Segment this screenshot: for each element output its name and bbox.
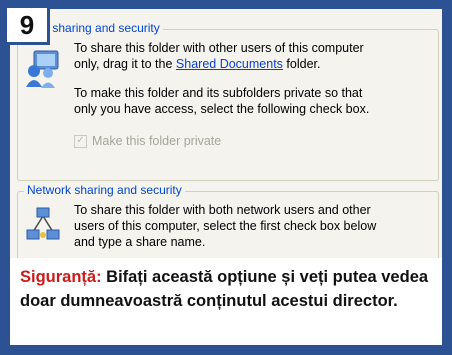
caption-box: Siguranță: Bifați această opțiune și veț…	[10, 258, 442, 345]
make-private-checkbox[interactable]: ✓	[74, 134, 87, 148]
make-private-label: Make this folder private	[92, 134, 222, 148]
local-sharing-group: ocal sharing and security To share this …	[17, 21, 439, 181]
local-sharing-line-2-suffix: folder.	[282, 57, 321, 71]
local-sharing-line-4: only you have access, select the followi…	[74, 102, 370, 116]
local-sharing-line-3: To make this folder and its subfolders p…	[74, 86, 363, 100]
make-private-row[interactable]: ✓ Make this folder private	[74, 134, 221, 148]
caption-highlight: Siguranță:	[20, 268, 102, 286]
step-number-badge: 9	[4, 5, 50, 45]
network-sharing-legend: Network sharing and security	[24, 183, 185, 197]
local-sharing-line-1: To share this folder with other users of…	[74, 41, 364, 55]
network-sharing-line-1: To share this folder with both network u…	[74, 203, 371, 217]
users-computer-icon	[26, 50, 59, 88]
shared-documents-link[interactable]: Shared Documents	[176, 57, 283, 71]
network-sharing-line-2: users of this computer, select the first…	[74, 219, 377, 233]
local-sharing-line-2: only, drag it to the Shared Documents fo…	[74, 56, 320, 72]
local-sharing-line-2-prefix: only, drag it to the	[74, 57, 176, 71]
magazine-frame: ocal sharing and security To share this …	[0, 0, 452, 355]
network-sharing-line-3: and type a share name.	[74, 235, 206, 249]
network-share-icon	[26, 207, 60, 240]
